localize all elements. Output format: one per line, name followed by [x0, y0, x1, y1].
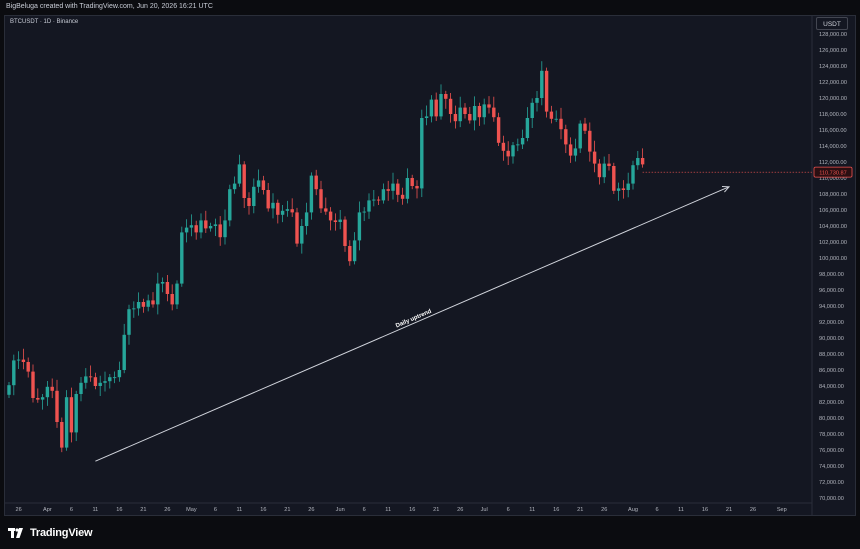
watermark-header: BigBeluga created with TradingView.com, …: [0, 0, 860, 15]
chart-pane[interactable]: [4, 15, 856, 516]
tradingview-logo: TradingView: [8, 527, 93, 539]
currency-badge[interactable]: USDT: [816, 17, 848, 30]
tradingview-logo-text: TradingView: [30, 527, 93, 539]
footer-bar: [0, 516, 860, 549]
symbol-label: BTCUSDT · 1D · Binance: [10, 19, 79, 25]
tradingview-logo-icon: [8, 528, 23, 538]
credit-text: BigBeluga created with TradingView.com, …: [6, 3, 213, 10]
